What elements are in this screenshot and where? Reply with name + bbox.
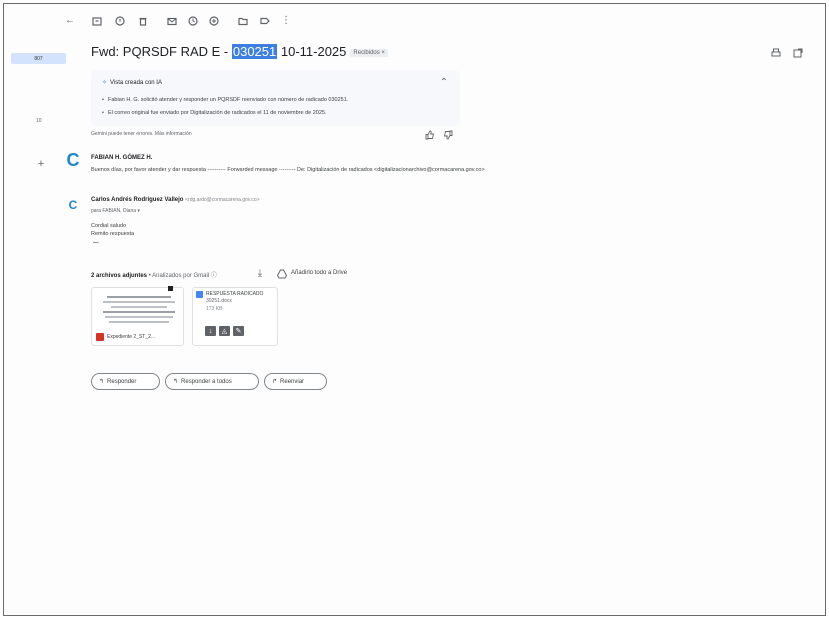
attachment-size: 173 KB <box>206 306 223 312</box>
sender-name[interactable]: FABIAN H. GÓMEZ H. <box>91 155 152 161</box>
move-to-icon[interactable] <box>237 15 249 27</box>
attachment-subname: 30251.docx <box>206 298 232 304</box>
recipients-dropdown[interactable]: para FABIAN, Diana ▾ <box>91 208 140 214</box>
attachment-marker-icon <box>168 286 173 291</box>
doc-icon <box>196 291 203 298</box>
plus-icon[interactable]: + <box>35 158 47 170</box>
edit-icon[interactable]: ✎ <box>233 326 244 336</box>
thumbs-up-icon[interactable] <box>424 129 436 141</box>
reply-label: Responder <box>107 378 137 385</box>
sender-email: <rdg.ardo@cormacarena.gov.co> <box>185 197 260 203</box>
ai-summary-bullet: Fabian H. G. solicitó atender y responde… <box>102 97 348 103</box>
collapse-chevron-icon[interactable]: ⌃ <box>438 77 450 89</box>
inbox-count: 807 <box>34 55 43 62</box>
back-arrow-icon[interactable]: ← <box>64 15 76 27</box>
inbox-label-chip[interactable]: Recibidos × <box>350 48 388 57</box>
sender-name[interactable]: Carlos Andrés Rodríguez Vallejo <box>91 197 183 203</box>
message-preview[interactable]: Buenos días, por favor atender y dar res… <box>91 167 485 173</box>
print-icon[interactable] <box>770 47 782 59</box>
body-line: Remito respuesta <box>91 231 135 237</box>
mark-unread-icon[interactable] <box>166 15 178 27</box>
attachment-docx[interactable]: RESPUESTA RADICADO 30251.docx 173 KB ↓ ◬… <box>192 287 278 346</box>
sidebar-inbox-badge[interactable]: 807 <box>11 53 66 64</box>
more-options-icon[interactable]: ⋮ <box>280 15 292 27</box>
attachment-name: Expediente 2_ST_2... <box>107 334 156 340</box>
email-subject: Fwd: PQRSDF RAD E - 030251 10-11-2025 Rec… <box>91 44 388 59</box>
body-line: Cordial saludo <box>91 223 127 229</box>
reply-all-button[interactable]: ↰ Responder a todos <box>165 373 259 390</box>
add-task-icon[interactable] <box>208 15 220 27</box>
subject-selected-text[interactable]: 030251 <box>231 44 278 59</box>
download-icon[interactable]: ↓ <box>205 326 216 336</box>
forward-label: Reenviar <box>280 378 305 385</box>
ai-disclaimer[interactable]: Gemini puede tener errores. Más informac… <box>91 131 192 137</box>
label-icon[interactable] <box>259 15 271 27</box>
scanned-by-gmail: • Analizados por Gmail ⓘ <box>147 273 217 279</box>
ai-summary-title-text: Vista creada con IA <box>110 80 162 86</box>
thumbs-down-icon[interactable] <box>442 129 454 141</box>
drive-icon[interactable] <box>276 268 288 280</box>
forward-button[interactable]: ↱ Reenviar <box>264 373 327 390</box>
trimmed-content-toggle[interactable]: — <box>93 240 99 246</box>
subject-prefix: Fwd: PQRSDF RAD E - <box>91 44 232 59</box>
forward-icon: ↱ <box>272 379 278 385</box>
open-new-window-icon[interactable] <box>792 47 804 59</box>
sparkle-icon: ✧ <box>102 80 108 86</box>
attachment-name: RESPUESTA RADICADO <box>206 291 264 297</box>
save-to-drive-icon[interactable]: ◬ <box>219 326 230 336</box>
pdf-icon <box>96 333 104 341</box>
subject-suffix: 10-11-2025 <box>277 44 347 59</box>
attachments-count: 2 archivos adjuntes <box>91 273 148 279</box>
ai-summary-bullet: El correo original fue enviado por Digit… <box>102 110 327 116</box>
attachment-pdf[interactable]: Expediente 2_ST_2... <box>91 287 184 346</box>
report-spam-icon[interactable] <box>114 15 126 27</box>
sender-avatar[interactable]: C <box>66 197 80 213</box>
snooze-icon[interactable] <box>187 15 199 27</box>
reply-all-label: Responder a todos <box>181 378 232 385</box>
pdf-preview <box>99 294 179 329</box>
reply-icon: ↰ <box>99 379 105 385</box>
sender-avatar[interactable]: C <box>64 150 82 170</box>
ai-summary-title: ✧ Vista creada con IA <box>102 79 162 86</box>
add-all-to-drive-link[interactable]: Añadirlo todo a Drive <box>291 270 347 276</box>
delete-icon[interactable] <box>137 15 149 27</box>
sidebar-label-count: 10 <box>36 118 42 124</box>
reply-all-icon: ↰ <box>173 379 179 385</box>
sender-name-expanded: Carlos Andrés Rodríguez Vallejo <rdg.ard… <box>91 197 260 203</box>
download-all-icon[interactable]: ⤓ <box>254 268 266 280</box>
archive-icon[interactable] <box>91 15 103 27</box>
reply-button[interactable]: ↰ Responder <box>91 373 160 390</box>
attachments-header: 2 archivos adjuntes • Analizados por Gma… <box>91 270 217 279</box>
